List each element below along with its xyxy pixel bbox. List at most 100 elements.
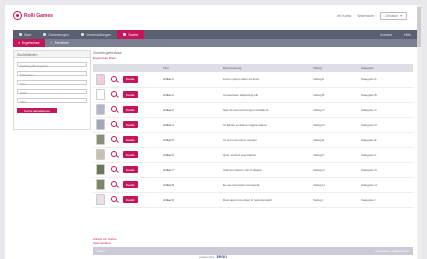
- nav-item-events[interactable]: Veranstaltungen: [75, 30, 117, 39]
- col-category: Kategorie: [358, 64, 413, 72]
- nav-label: Suche: [128, 32, 139, 37]
- sidebar-heading: Suchkriterien: [14, 51, 90, 58]
- details-button[interactable]: Details: [123, 91, 138, 98]
- magnifier-icon[interactable]: [111, 75, 117, 82]
- details-button[interactable]: Details: [123, 136, 138, 143]
- category-field[interactable]: Kategorie: [17, 71, 87, 77]
- action-cell: Details: [120, 177, 160, 192]
- magnifier-icon[interactable]: [111, 121, 117, 127]
- magnifier-icon[interactable]: [111, 91, 117, 97]
- table-row[interactable]: Details Artikel 1 Lorem ipsum dolor sit am…: [93, 72, 413, 87]
- details-button[interactable]: Details: [123, 75, 138, 83]
- table-row[interactable]: Details Artikel 5 Ut enim ad minim veniam V…: [93, 132, 413, 147]
- calendar-icon: [81, 33, 85, 36]
- publisher-cell: Verlag E: [313, 137, 325, 142]
- zoom-cell: [108, 192, 120, 207]
- footer-logo[interactable]: ERGO: [217, 255, 227, 259]
- main-nav: Start Sammlungen Veranstaltungen Suche K…: [13, 30, 417, 39]
- desc-cell: Sed do eiusmod tempor incididunt: [223, 107, 269, 112]
- chevron-down-icon: ▾: [400, 14, 402, 18]
- header-link-cart[interactable]: Warenkorb: [357, 14, 374, 18]
- action-cell: Details: [120, 72, 160, 87]
- thumbnail[interactable]: [96, 194, 105, 205]
- action-cell: Details: [120, 147, 160, 162]
- update-search-button[interactable]: Suche aktualisieren: [17, 108, 57, 113]
- thumbnail[interactable]: [96, 89, 105, 100]
- table-row[interactable]: Details Artikel 9 Duis aute irure dolor in…: [93, 192, 413, 207]
- publisher-cell: Verlag A: [313, 77, 325, 82]
- magnifier-icon[interactable]: [111, 136, 117, 142]
- nav-label: Kontakt: [380, 32, 392, 37]
- category-cell: Kategorie B: [361, 92, 377, 97]
- publisher-cell: Verlag G: [313, 167, 325, 172]
- search-sidebar: Suchkriterien Suchbegriff eingeben Kateg…: [13, 50, 91, 130]
- details-button[interactable]: Details: [123, 151, 138, 158]
- powered-by-text: powered by: [199, 255, 215, 259]
- thumbnail[interactable]: [96, 164, 105, 175]
- nav-item-start[interactable]: Start: [13, 30, 37, 39]
- action-cell: Details: [120, 192, 160, 207]
- scrollbar[interactable]: [417, 5, 421, 259]
- footer-links: Zurück zur Suche Seitenanfang: [93, 237, 117, 245]
- top-link[interactable]: Seitenanfang: [93, 241, 117, 245]
- magnifier-icon[interactable]: [111, 166, 117, 172]
- table-row[interactable]: Details Artikel 6 Quis nostrud exercitatio…: [93, 147, 413, 162]
- zoom-cell: [108, 177, 120, 192]
- title-field[interactable]: Titel: [17, 80, 87, 86]
- thumbnail[interactable]: [96, 179, 105, 190]
- col-title: Titel: [160, 64, 220, 72]
- filter-link[interactable]: Ergebnisse filtern: [93, 56, 419, 60]
- thumbnail[interactable]: [96, 73, 105, 85]
- desc-cell: Lorem ipsum dolor sit amet: [223, 77, 260, 82]
- magnifier-icon[interactable]: [111, 196, 117, 202]
- magnifier-icon[interactable]: [111, 151, 117, 157]
- nav-item-search[interactable]: Suche: [117, 30, 145, 39]
- details-button[interactable]: Details: [123, 121, 138, 128]
- category-cell: Kategorie I: [361, 197, 376, 202]
- header-link-account[interactable]: Ihr Konto: [337, 14, 351, 18]
- table-row[interactable]: Details Artikel 8 Ex ea commodo consequat V…: [93, 177, 413, 192]
- action-cell: Details: [120, 162, 160, 177]
- details-button[interactable]: Details: [123, 106, 138, 113]
- thumbnail[interactable]: [96, 149, 105, 160]
- magnifier-icon[interactable]: [111, 106, 117, 112]
- nav-item-help[interactable]: Hilfe: [398, 30, 417, 39]
- publisher-cell: Verlag C: [313, 107, 325, 112]
- author-field[interactable]: Autor: [17, 89, 87, 95]
- publisher-cell: Verlag F: [313, 152, 325, 157]
- scrollbar-thumb[interactable]: [417, 7, 421, 47]
- zoom-cell: [108, 162, 120, 177]
- table-row[interactable]: Details Artikel 4 Ut labore et dolore magn…: [93, 117, 413, 132]
- thumbnail[interactable]: [96, 119, 105, 130]
- desc-cell: Consectetur adipiscing elit: [223, 92, 259, 97]
- col-action: [120, 64, 160, 72]
- tab-results[interactable]: ≡ Ergebnisse: [13, 39, 45, 47]
- logo[interactable]: Rolli Games: [13, 11, 53, 20]
- desc-cell: Ut enim ad minim veniam: [223, 137, 257, 142]
- home-icon: [19, 33, 22, 36]
- search-input[interactable]: Suchbegriff eingeben: [17, 62, 87, 68]
- sub-nav: ≡ Ergebnisse ☆ Merkliste: [13, 39, 417, 47]
- nav-item-collections[interactable]: Sammlungen: [37, 30, 75, 39]
- category-cell: Kategorie G: [361, 167, 378, 172]
- magnifier-icon[interactable]: [111, 181, 117, 187]
- legal-links[interactable]: Impressum | Datenschutz: [371, 249, 413, 253]
- thumbnail[interactable]: [96, 104, 105, 115]
- tab-watchlist[interactable]: ☆ Merkliste: [45, 39, 74, 47]
- year-field[interactable]: Jahr: [17, 98, 87, 104]
- table-row[interactable]: Details Artikel 3 Sed do eiusmod tempor in…: [93, 102, 413, 117]
- table-row[interactable]: Details Artikel 7 Ullamco laboris nisi ut …: [93, 162, 413, 177]
- thumbnail[interactable]: [96, 134, 105, 145]
- page-indicator: Seite 1: [97, 249, 107, 253]
- details-button[interactable]: Details: [123, 166, 138, 173]
- nav-label: Sammlungen: [48, 32, 70, 37]
- details-button[interactable]: Details: [123, 181, 138, 188]
- nav-item-contact[interactable]: Kontakt: [374, 30, 398, 39]
- language-select[interactable]: Deutsch ▾: [380, 12, 407, 20]
- table-row[interactable]: Details Artikel 2 Consectetur adipiscing e…: [93, 87, 413, 102]
- star-icon: ☆: [49, 41, 53, 45]
- desc-cell: Ex ea commodo consequat: [223, 182, 260, 187]
- details-button[interactable]: Details: [123, 196, 138, 203]
- results-panel: Suchergebnisse Ergebnisse filtern Titel …: [93, 50, 419, 255]
- list-icon: ≡: [18, 41, 21, 45]
